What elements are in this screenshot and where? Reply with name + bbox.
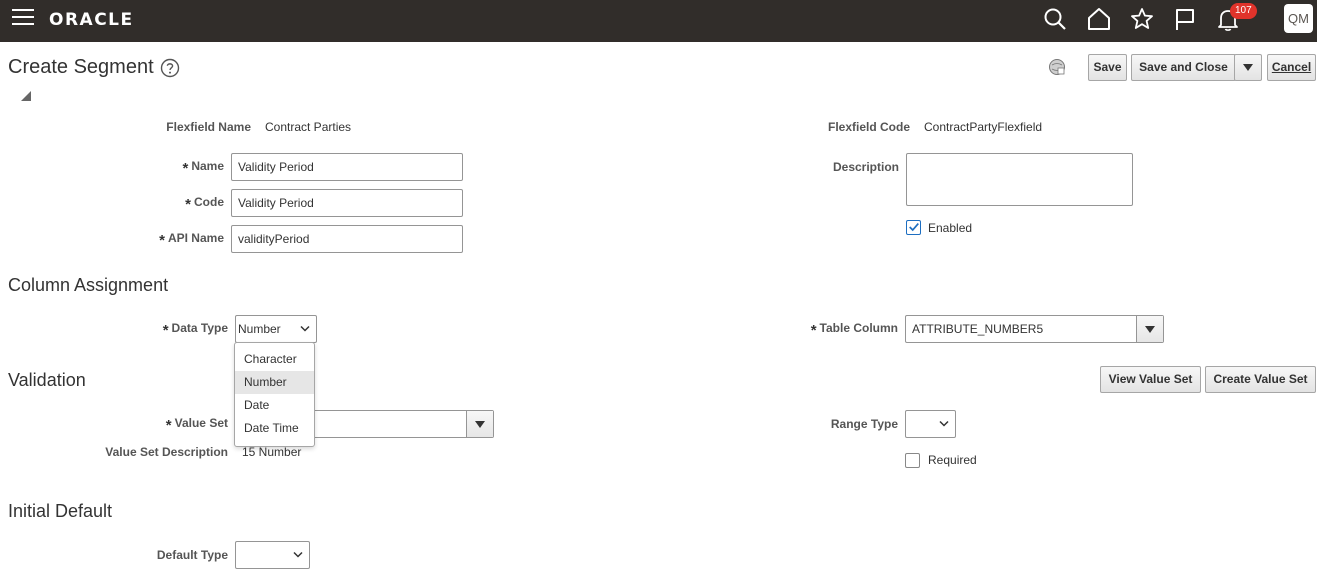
value-set-label: * Value Set (165, 416, 228, 434)
description-textarea[interactable] (906, 153, 1133, 206)
data-type-option-date[interactable]: Date (235, 394, 314, 417)
page-title: Create Segment (8, 56, 154, 78)
help-icon[interactable] (160, 58, 180, 78)
data-type-option-number[interactable]: Number (235, 371, 314, 394)
validation-heading: Validation (8, 370, 86, 390)
chevron-down-icon (939, 420, 949, 427)
data-type-selected-value: Number (238, 322, 281, 336)
collapse-section-icon[interactable] (21, 91, 31, 101)
home-icon[interactable] (1086, 6, 1112, 32)
data-type-label: * Data Type (162, 321, 228, 339)
user-avatar[interactable]: QM (1284, 4, 1313, 33)
flexfield-code-label: Flexfield Code (827, 120, 910, 134)
data-type-option-date-time[interactable]: Date Time (235, 417, 314, 440)
required-label: Required (928, 453, 977, 467)
save-button[interactable]: Save (1088, 54, 1127, 81)
save-and-close-button[interactable]: Save and Close (1131, 54, 1236, 81)
flexfield-code-value: ContractPartyFlexfield (924, 120, 1043, 134)
translation-globe-icon[interactable] (1048, 58, 1066, 76)
menu-icon[interactable] (12, 9, 34, 27)
data-type-select[interactable]: Number (235, 315, 317, 343)
triangle-down-icon (475, 421, 485, 428)
enabled-checkbox[interactable] (906, 220, 921, 235)
api-name-input[interactable]: validityPeriod (231, 225, 463, 253)
flexfield-name-label: Flexfield Name (166, 120, 251, 134)
create-value-set-button[interactable]: Create Value Set (1205, 366, 1316, 393)
data-type-option-character[interactable]: Character (235, 348, 314, 371)
name-label: * Name (182, 159, 224, 177)
code-input[interactable]: Validity Period (231, 189, 463, 217)
triangle-down-icon (1145, 326, 1155, 333)
value-set-description-value: 15 Number (242, 445, 302, 459)
table-column-label: * Table Column (810, 321, 898, 339)
checkmark-icon (909, 223, 919, 232)
range-type-select[interactable] (905, 410, 956, 438)
default-type-label: Default Type (156, 548, 228, 562)
view-value-set-button[interactable]: View Value Set (1100, 366, 1201, 393)
chevron-down-icon (300, 325, 310, 332)
enabled-label: Enabled (928, 221, 973, 235)
data-type-dropdown-list: Character Number Date Date Time (234, 342, 315, 447)
default-type-select[interactable] (235, 541, 310, 569)
value-set-description-label: Value Set Description (105, 445, 228, 459)
cancel-button[interactable]: Cancel (1267, 54, 1316, 81)
api-name-label: * API Name (159, 231, 224, 249)
chevron-down-icon (293, 551, 303, 558)
notification-badge: 107 (1230, 3, 1257, 19)
flag-icon[interactable] (1172, 6, 1198, 32)
table-column-dropdown-button[interactable] (1136, 316, 1163, 342)
code-label: * Code (185, 195, 224, 213)
chevron-down-icon (1243, 64, 1253, 71)
column-assignment-heading: Column Assignment (8, 275, 169, 295)
favorites-star-icon[interactable] (1129, 6, 1155, 32)
required-checkbox[interactable] (905, 453, 920, 468)
name-input[interactable]: Validity Period (231, 153, 463, 181)
search-icon[interactable] (1042, 6, 1068, 32)
initial-default-heading: Initial Default (8, 501, 113, 521)
global-header: ORACLE 107 QM (0, 0, 1317, 42)
save-options-dropdown[interactable] (1234, 54, 1262, 81)
value-set-dropdown-button[interactable] (466, 411, 493, 437)
flexfield-name-value: Contract Parties (265, 120, 352, 134)
oracle-logo[interactable]: ORACLE (49, 10, 134, 30)
description-label: Description (832, 160, 899, 174)
table-column-value: ATTRIBUTE_NUMBER5 (912, 322, 1044, 336)
table-column-combobox[interactable]: ATTRIBUTE_NUMBER5 (905, 315, 1164, 343)
range-type-label: Range Type (830, 417, 898, 431)
